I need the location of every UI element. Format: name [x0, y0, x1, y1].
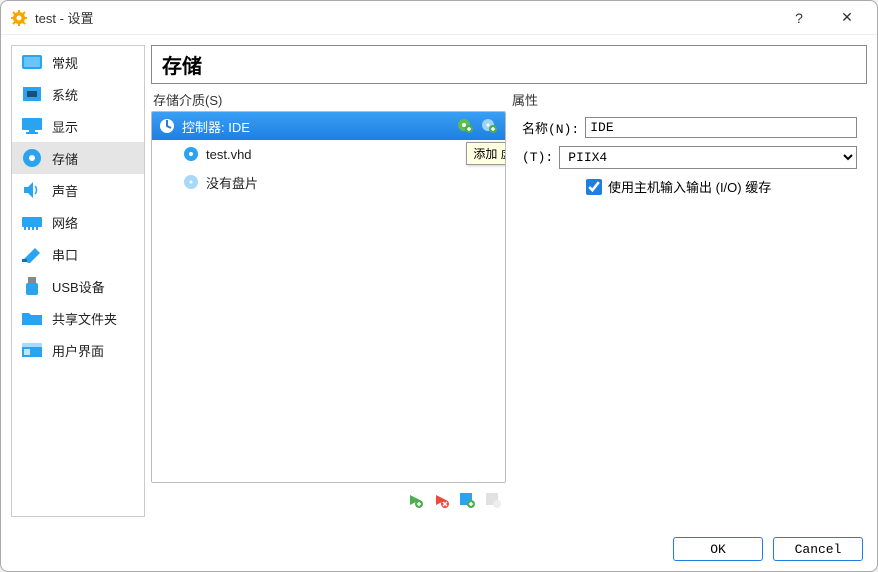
- cache-label: 使用主机输入输出 (I/O) 缓存: [608, 177, 771, 196]
- storage-icon: [20, 148, 44, 168]
- sidebar-label: 共享文件夹: [52, 309, 117, 328]
- sidebar-item-usb[interactable]: USB设备: [12, 270, 144, 302]
- sidebar-item-shared[interactable]: 共享文件夹: [12, 302, 144, 334]
- sidebar-label: 用户界面: [52, 341, 104, 360]
- sidebar-item-system[interactable]: 系统: [12, 78, 144, 110]
- app-gear-icon: [11, 10, 27, 26]
- storage-tree-toolbar: [151, 483, 506, 517]
- remove-controller-button[interactable]: [430, 489, 452, 511]
- window-title: test - 设置: [35, 8, 771, 27]
- cancel-button[interactable]: Cancel: [773, 537, 863, 561]
- sidebar-item-display[interactable]: 显示: [12, 110, 144, 142]
- storage-item-label: 没有盘片: [206, 173, 258, 192]
- controller-label: 控制器: IDE: [182, 117, 250, 136]
- serial-icon: [20, 244, 44, 264]
- hard-disk-icon: [182, 145, 200, 163]
- name-label: 名称(N):: [522, 118, 579, 137]
- general-icon: [20, 52, 44, 72]
- sidebar-item-ui[interactable]: 用户界面: [12, 334, 144, 366]
- sidebar-label: 系统: [52, 85, 78, 104]
- page-title: 存储: [151, 45, 867, 84]
- type-label: (T):: [522, 150, 553, 165]
- sidebar-item-network[interactable]: 网络: [12, 206, 144, 238]
- storage-tree[interactable]: 控制器: IDE: [151, 111, 506, 483]
- sidebar-label: 常规: [52, 53, 78, 72]
- ui-icon: [20, 340, 44, 360]
- storage-tree-panel: 存储介质(S) 控制器: IDE: [151, 90, 506, 517]
- add-hard-disk-icon[interactable]: [457, 117, 475, 135]
- controller-icon: [158, 117, 176, 135]
- main-panel: 存储 存储介质(S) 控制器: IDE: [151, 45, 867, 517]
- dialog-body: 常规 系统 显示 存储 声音 网络: [1, 35, 877, 527]
- storage-group-label: 存储介质(S): [151, 90, 506, 109]
- add-controller-button[interactable]: [404, 489, 426, 511]
- folder-icon: [20, 308, 44, 328]
- dialog-footer: OK Cancel: [1, 527, 877, 571]
- help-button[interactable]: ?: [779, 10, 819, 26]
- panels: 存储介质(S) 控制器: IDE: [151, 90, 867, 517]
- attributes-body: 名称(N): (T): PIIX4 使用主机输入输出 (I/O) 缓存: [512, 111, 867, 202]
- controller-row[interactable]: 控制器: IDE: [152, 112, 505, 140]
- cache-checkbox[interactable]: [586, 179, 602, 195]
- add-optical-drive-icon[interactable]: [481, 117, 499, 135]
- sidebar-item-storage[interactable]: 存储: [12, 142, 144, 174]
- sidebar-item-audio[interactable]: 声音: [12, 174, 144, 206]
- type-row: (T): PIIX4: [522, 146, 857, 169]
- sidebar-label: 显示: [52, 117, 78, 136]
- sidebar-label: USB设备: [52, 277, 105, 296]
- category-sidebar: 常规 系统 显示 存储 声音 网络: [11, 45, 145, 517]
- optical-disc-icon: [182, 173, 200, 191]
- sidebar-label: 网络: [52, 213, 78, 232]
- name-row: 名称(N):: [522, 117, 857, 138]
- sidebar-label: 声音: [52, 181, 78, 200]
- remove-attachment-button[interactable]: [482, 489, 504, 511]
- add-attachment-button[interactable]: [456, 489, 478, 511]
- attributes-panel: 属性 名称(N): (T): PIIX4: [512, 90, 867, 517]
- settings-window: test - 设置 ? ✕ 常规 系统 显示 存储: [0, 0, 878, 572]
- system-icon: [20, 84, 44, 104]
- sidebar-item-general[interactable]: 常规: [12, 46, 144, 78]
- type-select[interactable]: PIIX4: [559, 146, 857, 169]
- cache-row: 使用主机输入输出 (I/O) 缓存: [522, 177, 857, 196]
- sidebar-label: 串口: [52, 245, 78, 264]
- sidebar-label: 存储: [52, 149, 78, 168]
- ok-button[interactable]: OK: [673, 537, 763, 561]
- tooltip: 添加 虚拟 光驱: [466, 142, 506, 165]
- display-icon: [20, 116, 44, 136]
- attributes-group-label: 属性: [512, 90, 867, 109]
- network-icon: [20, 212, 44, 232]
- audio-icon: [20, 180, 44, 200]
- storage-item-empty-disc[interactable]: 没有盘片: [152, 168, 505, 196]
- close-button[interactable]: ✕: [827, 9, 867, 26]
- storage-item-vhd[interactable]: test.vhd: [152, 140, 505, 168]
- titlebar: test - 设置 ? ✕: [1, 1, 877, 35]
- sidebar-item-serial[interactable]: 串口: [12, 238, 144, 270]
- name-input[interactable]: [585, 117, 857, 138]
- storage-item-label: test.vhd: [206, 147, 252, 162]
- usb-icon: [20, 276, 44, 296]
